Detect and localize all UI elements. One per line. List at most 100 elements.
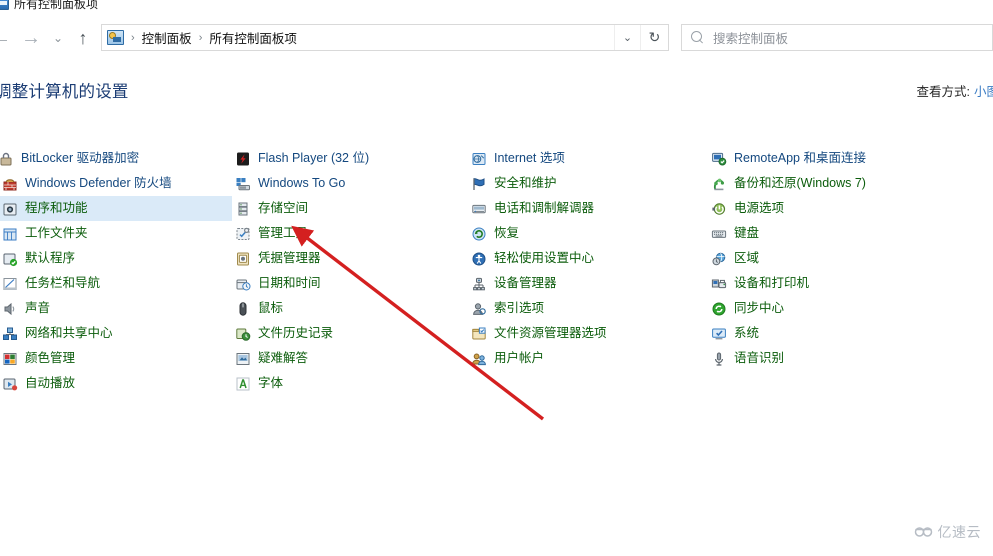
- control-panel-item[interactable]: 备份和还原(Windows 7): [709, 171, 993, 196]
- control-panel-item[interactable]: 系统: [709, 321, 993, 346]
- control-panel-item[interactable]: 字体: [233, 371, 467, 396]
- control-panel-item[interactable]: 设备和打印机: [709, 271, 993, 296]
- control-panel-item[interactable]: Flash Player (32 位): [233, 146, 467, 171]
- breadcrumb-item-control-panel[interactable]: 控制面板: [142, 28, 192, 47]
- watermark-text: 亿速云: [937, 524, 981, 540]
- view-by-value[interactable]: 小图: [974, 81, 993, 100]
- cloud-logo-icon: [914, 527, 932, 537]
- control-panel-item-label: 存储空间: [258, 201, 309, 216]
- control-panel-item[interactable]: 文件历史记录: [233, 321, 467, 346]
- control-panel-item-label: Windows Defender 防火墙: [25, 176, 172, 191]
- file-explorer-options-icon: [471, 326, 487, 342]
- control-panel-item-label: 语音识别: [734, 351, 785, 366]
- control-panel-item-label: Flash Player (32 位): [258, 151, 370, 166]
- address-bar[interactable]: › 控制面板 › 所有控制面板项 ⌄ ↻: [101, 24, 669, 51]
- search-box[interactable]: 搜索控制面板: [680, 24, 993, 51]
- control-panel-item[interactable]: RemoteApp 和桌面连接: [709, 146, 993, 171]
- storage-spaces-icon: [235, 201, 251, 217]
- control-panel-item-label: 自动播放: [25, 376, 76, 391]
- arrow-left-icon[interactable]: ←: [0, 23, 16, 53]
- search-icon: [690, 31, 704, 44]
- control-panel-item[interactable]: 任务栏和导航: [0, 271, 232, 296]
- view-by-control: 查看方式: 小图: [917, 81, 993, 100]
- window-title-text: 所有控制面板项: [14, 0, 99, 11]
- control-panel-item-label: 文件资源管理器选项: [494, 326, 607, 341]
- sound-icon: [2, 301, 18, 317]
- control-panel-item[interactable]: 电话和调制解调器: [469, 196, 707, 221]
- control-panel-item[interactable]: 管理工具: [233, 221, 467, 246]
- recovery-icon: [471, 226, 487, 242]
- chevron-down-icon[interactable]: ⌄: [48, 23, 68, 53]
- control-panel-item[interactable]: 键盘: [709, 221, 993, 246]
- control-panel-item[interactable]: 电源选项: [709, 196, 993, 221]
- ease-of-access-icon: [471, 251, 487, 267]
- control-panel-item-label: 管理工具: [258, 226, 309, 241]
- control-panel-item-label: 字体: [258, 376, 284, 391]
- breadcrumb-separator: ›: [198, 31, 203, 44]
- control-panel-item[interactable]: 存储空间: [233, 196, 467, 221]
- control-panel-item-label: 系统: [734, 326, 760, 341]
- control-panel-item-label: 颜色管理: [25, 351, 76, 366]
- control-panel-item[interactable]: 工作文件夹: [0, 221, 232, 246]
- control-panel-item[interactable]: 语音识别: [709, 346, 993, 371]
- control-panel-item-label: 索引选项: [494, 301, 545, 316]
- user-accounts-icon: [471, 351, 487, 367]
- control-panel-item-label: 凭据管理器: [258, 251, 321, 266]
- refresh-icon[interactable]: ↻: [639, 25, 668, 50]
- control-panel-item[interactable]: 颜色管理: [0, 346, 232, 371]
- control-panel-item[interactable]: 索引选项: [469, 296, 707, 321]
- control-panel-item-label: 任务栏和导航: [25, 276, 101, 291]
- control-panel-item-label: 默认程序: [25, 251, 76, 266]
- page-title: 调整计算机的设置: [0, 83, 129, 101]
- control-panel-item[interactable]: Windows Defender 防火墙: [0, 171, 232, 196]
- troubleshooting-icon: [235, 351, 251, 367]
- control-panel-item[interactable]: 日期和时间: [233, 271, 467, 296]
- control-panel-item[interactable]: 轻松使用设置中心: [469, 246, 707, 271]
- control-panel-item[interactable]: 鼠标: [233, 296, 467, 321]
- control-panel-item[interactable]: 程序和功能: [0, 196, 232, 221]
- search-input[interactable]: 搜索控制面板: [713, 28, 788, 47]
- windows-to-go-icon: [235, 176, 251, 192]
- control-panel-item[interactable]: 用户帐户: [469, 346, 707, 371]
- control-panel-item-label: 电源选项: [734, 201, 785, 216]
- control-panel-window: 所有控制面板项 ← → ⌄ ↑ › 控制面板 › 所有控制面板项 ⌄ ↻ 搜索控…: [0, 0, 993, 556]
- watermark: 亿速云: [914, 522, 982, 542]
- control-panel-item[interactable]: BitLocker 驱动器加密: [0, 146, 232, 171]
- control-panel-item[interactable]: 声音: [0, 296, 232, 321]
- control-panel-item-label: 键盘: [734, 226, 760, 241]
- control-panel-item[interactable]: 安全和维护: [469, 171, 707, 196]
- sync-center-icon: [711, 301, 727, 317]
- control-panel-item[interactable]: 同步中心: [709, 296, 993, 321]
- control-panel-item-label: 设备管理器: [494, 276, 557, 291]
- control-panel-item[interactable]: 恢复: [469, 221, 707, 246]
- file-history-icon: [235, 326, 251, 342]
- column-1: BitLocker 驱动器加密 Windows Defender 防火墙程序和功能…: [0, 146, 232, 396]
- control-panel-item[interactable]: 设备管理器: [469, 271, 707, 296]
- control-panel-item[interactable]: 自动播放: [0, 371, 232, 396]
- control-panel-item-label: 轻松使用设置中心: [494, 251, 595, 266]
- arrow-right-icon[interactable]: →: [18, 23, 44, 53]
- control-panel-item[interactable]: Windows To Go: [233, 171, 467, 196]
- chevron-down-icon[interactable]: ⌄: [613, 25, 640, 50]
- control-panel-item[interactable]: 文件资源管理器选项: [469, 321, 707, 346]
- control-panel-item[interactable]: 默认程序: [0, 246, 232, 271]
- control-panel-item[interactable]: Internet 选项: [469, 146, 707, 171]
- breadcrumb-separator: ›: [131, 31, 135, 44]
- arrow-up-icon[interactable]: ↑: [71, 23, 95, 53]
- window-title-bar: 所有控制面板项: [0, 0, 993, 15]
- administrative-tools-icon: [235, 226, 251, 242]
- work-folders-icon: [2, 226, 18, 242]
- network-sharing-icon: [2, 326, 18, 342]
- column-2: Flash Player (32 位) Windows To Go 存储空间管理工具…: [233, 146, 467, 396]
- breadcrumb-item-all-items[interactable]: 所有控制面板项: [209, 28, 297, 47]
- control-panel-item-label: 疑难解答: [258, 351, 309, 366]
- control-panel-item-label: Windows To Go: [258, 176, 346, 191]
- control-panel-item[interactable]: 网络和共享中心: [0, 321, 232, 346]
- control-panel-item[interactable]: 区域: [709, 246, 993, 271]
- credential-manager-icon: [235, 251, 251, 267]
- view-by-label: 查看方式:: [916, 85, 970, 99]
- column-3: Internet 选项 安全和维护 电话和调制解调器 恢复轻松使用设置中心 设备管理器索…: [469, 146, 707, 371]
- internet-options-icon: [471, 151, 487, 167]
- control-panel-item[interactable]: 疑难解答: [233, 346, 467, 371]
- control-panel-item[interactable]: 凭据管理器: [233, 246, 467, 271]
